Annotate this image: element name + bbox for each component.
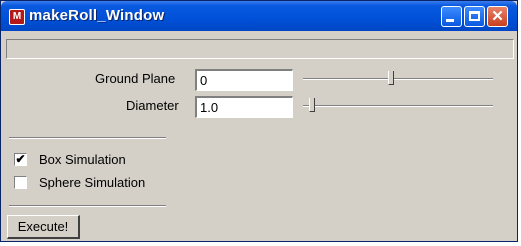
diameter-label: Diameter (126, 98, 179, 113)
slider-thumb[interactable] (388, 71, 394, 85)
close-button[interactable]: ✕ (487, 6, 508, 27)
makeroll-window: M makeRoll_Window ✕ Ground Plane Diamete… (0, 0, 518, 242)
slider-track (303, 105, 493, 107)
ground-plane-field[interactable] (195, 69, 293, 91)
title-bar[interactable]: M makeRoll_Window ✕ (1, 1, 517, 31)
separator (9, 205, 166, 207)
maya-icon[interactable]: M (9, 9, 25, 25)
slider-track (303, 78, 493, 80)
box-simulation-checkbox[interactable]: ✔ (14, 153, 27, 166)
maximize-button[interactable] (464, 6, 485, 27)
slider-thumb[interactable] (309, 98, 315, 112)
status-bar (6, 39, 514, 59)
minimize-button[interactable] (441, 6, 462, 27)
ground-plane-label: Ground Plane (95, 71, 176, 86)
close-icon: ✕ (491, 8, 504, 25)
sphere-simulation-label: Sphere Simulation (39, 175, 146, 190)
maximize-icon (469, 11, 480, 21)
diameter-field[interactable] (195, 96, 293, 118)
minimize-icon (446, 19, 454, 22)
execute-button[interactable]: Execute! (7, 215, 80, 239)
sphere-simulation-checkbox[interactable] (14, 176, 27, 189)
diameter-slider[interactable] (303, 95, 493, 117)
window-title: makeRoll_Window (29, 7, 165, 24)
separator (9, 137, 166, 139)
box-simulation-label: Box Simulation (39, 152, 126, 167)
ground-plane-slider[interactable] (303, 68, 493, 90)
